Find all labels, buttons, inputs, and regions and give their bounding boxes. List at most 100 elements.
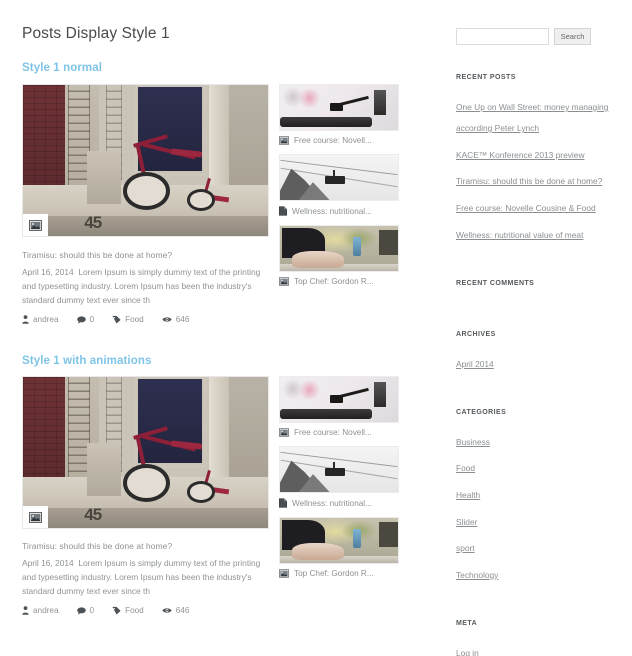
- thumbnail-caption[interactable]: Free course: Novell...: [279, 428, 399, 437]
- meta-view-count: 646: [175, 606, 190, 616]
- list-item: Food: [456, 456, 621, 477]
- meta-category[interactable]: Food: [112, 606, 144, 615]
- eye-icon: [162, 317, 172, 322]
- thumbnail-caption-text: Wellness: nutritional...: [292, 498, 372, 508]
- sidebar: RECENT POSTS One Up on Wall Street: mone…: [456, 74, 621, 656]
- thumbnail-image-chef-hands[interactable]: [279, 517, 399, 564]
- image-format-badge: [23, 214, 48, 236]
- section-heading-animations: Style 1 with animations: [22, 355, 152, 367]
- meta-comments[interactable]: 0: [76, 606, 95, 616]
- thumbnail-caption[interactable]: Wellness: nutritional...: [279, 206, 399, 216]
- post-date: April 16, 2014: [22, 267, 74, 278]
- thumbnail-caption-text: Free course: Novell...: [294, 428, 372, 437]
- meta-category-name: Food: [125, 606, 144, 616]
- thumbnail-caption[interactable]: Top Chef: Gordon R...: [279, 277, 399, 286]
- thumbnail-item[interactable]: Top Chef: Gordon R...: [279, 225, 399, 286]
- section-heading-normal: Style 1 normal: [22, 62, 103, 74]
- post-title-link[interactable]: Tiramisu: should this be done at home?: [22, 541, 272, 551]
- image-icon: [279, 136, 289, 145]
- meta-views: 646: [162, 606, 190, 616]
- post-title-link[interactable]: Tiramisu: should this be done at home?: [22, 250, 272, 260]
- widget-title: CATEGORIES: [456, 408, 507, 416]
- thumbnail-item[interactable]: Free course: Novell...: [279, 376, 399, 437]
- image-icon: [29, 511, 42, 523]
- page-title: Posts Display Style 1: [22, 25, 170, 42]
- thumbnail-list-normal: Free course: Novell... Wellness: nutriti…: [279, 84, 399, 286]
- thumbnail-item[interactable]: Top Chef: Gordon R...: [279, 517, 399, 578]
- featured-image[interactable]: 45: [22, 84, 269, 237]
- thumbnail-item[interactable]: Wellness: nutritional...: [279, 446, 399, 508]
- thumbnail-image-record-player[interactable]: [279, 84, 399, 131]
- category-link[interactable]: Business: [456, 437, 490, 447]
- thumbnail-image-cable-car[interactable]: [279, 446, 399, 493]
- recent-posts-list: One Up on Wall Street: money managing ac…: [456, 95, 621, 244]
- tag-icon: [112, 606, 121, 615]
- post-excerpt: April 16, 2014 Lorem Ipsum is simply dum…: [22, 266, 272, 307]
- recent-post-link[interactable]: One Up on Wall Street: money managing ac…: [456, 102, 608, 133]
- post-summary-normal: Tiramisu: should this be done at home? A…: [22, 250, 272, 324]
- post-excerpt: April 16, 2014 Lorem Ipsum is simply dum…: [22, 557, 272, 598]
- list-item: Wellness: nutritional value of meat: [456, 223, 621, 244]
- image-icon: [29, 219, 42, 231]
- meta-views: 646: [162, 315, 189, 324]
- list-item: Log in: [456, 641, 621, 656]
- search-button[interactable]: Search: [554, 28, 591, 45]
- list-item: One Up on Wall Street: money managing ac…: [456, 95, 621, 137]
- thumbnail-caption-text: Top Chef: Gordon R...: [294, 277, 374, 286]
- thumbnail-caption[interactable]: Top Chef: Gordon R...: [279, 569, 399, 578]
- eye-icon: [162, 608, 172, 613]
- widget-recent-comments: RECENT COMMENTS: [456, 280, 621, 287]
- meta-author-name: andrea: [33, 315, 59, 325]
- widget-categories: CATEGORIES Business Food Health Slider s…: [456, 409, 621, 584]
- meta-comment-count: 0: [89, 315, 95, 325]
- category-link[interactable]: Technology: [456, 570, 498, 580]
- thumbnail-caption-text: Wellness: nutritional...: [292, 206, 372, 216]
- tag-icon: [112, 315, 121, 324]
- recent-post-link[interactable]: Wellness: nutritional value of meat: [456, 230, 583, 240]
- thumbnail-item[interactable]: Free course: Novell...: [279, 84, 399, 145]
- meta-category[interactable]: Food: [112, 315, 144, 324]
- document-icon: [279, 206, 287, 216]
- list-item: sport: [456, 536, 621, 557]
- meta-author[interactable]: andrea: [22, 315, 59, 324]
- list-item: KACE™ Konference 2013 preview: [456, 143, 621, 164]
- list-item: Health: [456, 483, 621, 504]
- meta-comments[interactable]: 0: [76, 315, 95, 325]
- widget-title: RECENT POSTS: [456, 74, 516, 81]
- recent-post-link[interactable]: Free course: Novelle Cousine & Food: [456, 203, 596, 213]
- thumbnail-item[interactable]: Wellness: nutritional...: [279, 154, 399, 216]
- thumbnail-caption-text: Free course: Novell...: [294, 136, 372, 145]
- user-icon: [22, 315, 29, 324]
- post-meta-row: andrea 0 Food 646: [22, 315, 272, 324]
- meta-author[interactable]: andrea: [22, 606, 59, 615]
- post-meta-row: andrea 0 Food 646: [22, 606, 272, 615]
- comment-icon: [76, 607, 86, 615]
- category-link[interactable]: Food: [456, 463, 475, 473]
- comment-icon: [76, 316, 86, 324]
- category-link[interactable]: sport: [456, 543, 475, 553]
- category-link[interactable]: Slider: [456, 517, 477, 527]
- list-item: Free course: Novelle Cousine & Food: [456, 196, 621, 217]
- meta-list: Log in Entries RSS Comments RSS WordPres…: [456, 641, 621, 656]
- category-link[interactable]: Health: [456, 490, 480, 500]
- thumbnail-caption[interactable]: Free course: Novell...: [279, 136, 399, 145]
- thumbnail-image-record-player[interactable]: [279, 376, 399, 423]
- widget-recent-posts: RECENT POSTS One Up on Wall Street: mone…: [456, 74, 621, 244]
- post-date: April 16, 2014: [22, 558, 74, 569]
- search-input[interactable]: [456, 28, 549, 45]
- thumbnail-image-cable-car[interactable]: [279, 154, 399, 201]
- recent-post-link[interactable]: KACE™ Konference 2013 preview: [456, 150, 585, 160]
- thumbnail-image-chef-hands[interactable]: [279, 225, 399, 272]
- widget-title: RECENT COMMENTS: [456, 279, 535, 287]
- thumbnail-caption[interactable]: Wellness: nutritional...: [279, 498, 399, 508]
- meta-link[interactable]: Log in: [456, 648, 479, 656]
- meta-comment-count: 0: [89, 606, 95, 616]
- list-item: Technology: [456, 563, 621, 584]
- featured-image[interactable]: 45: [22, 376, 269, 529]
- archive-link[interactable]: April 2014: [456, 359, 494, 369]
- tricycle-scene: 45: [23, 85, 268, 236]
- post-summary-animations: Tiramisu: should this be done at home? A…: [22, 541, 272, 615]
- recent-post-link[interactable]: Tiramisu: should this be done at home?: [456, 176, 602, 186]
- widget-archives: ARCHIVES April 2014: [456, 331, 621, 373]
- thumbnail-caption-text: Top Chef: Gordon R...: [294, 569, 374, 578]
